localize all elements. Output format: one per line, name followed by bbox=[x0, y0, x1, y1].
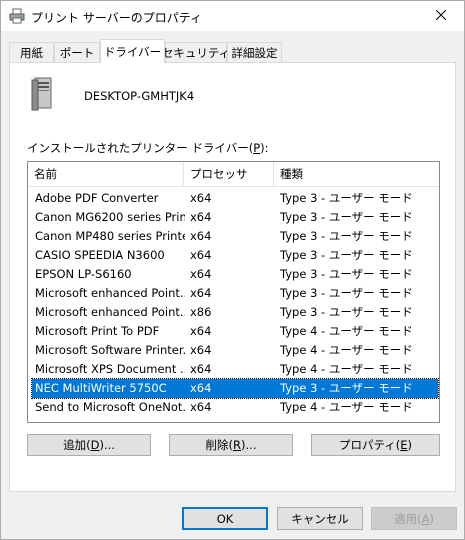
driver-name: Adobe PDF Converter bbox=[35, 191, 159, 205]
driver-type: Type 4 - ユーザー モード bbox=[280, 343, 413, 357]
tab-ports[interactable]: ポート bbox=[54, 42, 100, 62]
driver-type: Type 3 - ユーザー モード bbox=[280, 381, 413, 395]
table-row[interactable]: Microsoft enhanced Point... x64 Type 3 -… bbox=[32, 284, 438, 303]
drivers-list-label: インストールされたプリンター ドライバー(P): bbox=[27, 141, 269, 155]
tab-advanced[interactable]: 詳細設定 bbox=[227, 42, 282, 62]
driver-name: CASIO SPEEDIA N3600 bbox=[35, 248, 165, 262]
print-server-properties-window: プリント サーバーのプロパティ 用紙 ポート ドライバー セキュリティ 詳細設定… bbox=[0, 0, 465, 540]
close-button[interactable] bbox=[418, 1, 464, 31]
driver-type: Type 3 - ユーザー モード bbox=[280, 305, 413, 319]
driver-type: Type 3 - ユーザー モード bbox=[280, 191, 413, 205]
driver-name: EPSON LP-S6160 bbox=[35, 267, 132, 281]
tab-strip: 用紙 ポート ドライバー セキュリティ 詳細設定 bbox=[9, 39, 459, 63]
driver-processor: x64 bbox=[190, 191, 212, 205]
driver-processor: x64 bbox=[190, 286, 212, 300]
driver-processor: x86 bbox=[190, 305, 212, 319]
drivers-panel: DESKTOP-GMHTJK4 インストールされたプリンター ドライバー(P):… bbox=[9, 62, 456, 492]
close-icon bbox=[435, 9, 447, 23]
driver-type: Type 3 - ユーザー モード bbox=[280, 210, 413, 224]
driver-processor: x64 bbox=[190, 324, 212, 338]
driver-name: Canon MP480 series Printer bbox=[35, 229, 185, 243]
driver-type: Type 3 - ユーザー モード bbox=[280, 267, 413, 281]
column-header-name[interactable]: 名前 bbox=[28, 162, 184, 186]
add-driver-button[interactable]: 追加(D)... bbox=[27, 434, 151, 456]
table-row[interactable]: Microsoft enhanced Point... x86 Type 3 -… bbox=[32, 303, 438, 322]
driver-name: Microsoft enhanced Point... bbox=[35, 286, 185, 300]
driver-name: Microsoft enhanced Point... bbox=[35, 305, 185, 319]
table-row[interactable]: Adobe PDF Converter x64 Type 3 - ユーザー モー… bbox=[32, 189, 438, 208]
server-name: DESKTOP-GMHTJK4 bbox=[84, 89, 195, 103]
table-row[interactable]: Canon MG6200 series Prin... x64 Type 3 -… bbox=[32, 208, 438, 227]
driver-type: Type 3 - ユーザー モード bbox=[280, 248, 413, 262]
cancel-button[interactable]: キャンセル bbox=[277, 507, 363, 530]
tab-paper[interactable]: 用紙 bbox=[9, 42, 54, 62]
table-row[interactable]: Canon MP480 series Printer x64 Type 3 - … bbox=[32, 227, 438, 246]
driver-name: Microsoft Software Printer... bbox=[35, 343, 185, 357]
driver-processor: x64 bbox=[190, 210, 212, 224]
driver-name: Send to Microsoft OneNot... bbox=[35, 400, 185, 414]
driver-processor: x64 bbox=[190, 248, 212, 262]
table-row-selected[interactable]: NEC MultiWriter 5750C x64 Type 3 - ユーザー … bbox=[31, 378, 439, 399]
title-bar: プリント サーバーのプロパティ bbox=[1, 1, 464, 31]
driver-type: Type 4 - ユーザー モード bbox=[280, 362, 413, 376]
driver-type: Type 4 - ユーザー モード bbox=[280, 324, 413, 338]
driver-name: Canon MG6200 series Prin... bbox=[35, 210, 185, 224]
driver-processor: x64 bbox=[190, 400, 212, 414]
driver-name: NEC MultiWriter 5750C bbox=[35, 381, 167, 395]
driver-name: Microsoft Print To PDF bbox=[35, 324, 160, 338]
driver-processor: x64 bbox=[190, 362, 212, 376]
driver-type: Type 3 - ユーザー モード bbox=[280, 229, 413, 243]
driver-type: Type 3 - ユーザー モード bbox=[280, 286, 413, 300]
driver-name: Microsoft XPS Document ... bbox=[35, 362, 185, 376]
table-row[interactable]: EPSON LP-S6160 x64 Type 3 - ユーザー モード bbox=[32, 265, 438, 284]
table-row[interactable]: Microsoft XPS Document ... x64 Type 4 - … bbox=[32, 360, 438, 379]
tab-drivers[interactable]: ドライバー bbox=[100, 39, 165, 63]
tab-security[interactable]: セキュリティ bbox=[162, 42, 230, 62]
table-row[interactable]: Microsoft Software Printer... x64 Type 4… bbox=[32, 341, 438, 360]
driver-processor: x64 bbox=[190, 343, 212, 357]
column-header-type[interactable]: 種類 bbox=[274, 162, 439, 186]
driver-processor: x64 bbox=[190, 229, 212, 243]
table-row[interactable]: Send to Microsoft OneNot... x64 Type 4 -… bbox=[32, 398, 438, 417]
window-title: プリント サーバーのプロパティ bbox=[31, 11, 202, 25]
column-header-processor[interactable]: プロセッサ bbox=[184, 162, 274, 186]
remove-driver-button[interactable]: 削除(R)... bbox=[169, 434, 293, 456]
driver-type: Type 4 - ユーザー モード bbox=[280, 400, 413, 414]
driver-properties-button[interactable]: プロパティ(E) bbox=[311, 434, 440, 456]
table-row[interactable]: CASIO SPEEDIA N3600 x64 Type 3 - ユーザー モー… bbox=[32, 246, 438, 265]
drivers-list[interactable]: 名前 プロセッサ 種類 Adobe PDF Converter x64 Type… bbox=[27, 161, 440, 423]
ok-button[interactable]: OK bbox=[182, 507, 268, 530]
list-header: 名前 プロセッサ 種類 bbox=[28, 162, 439, 187]
table-row[interactable]: Microsoft Print To PDF x64 Type 4 - ユーザー… bbox=[32, 322, 438, 341]
computer-tower-icon bbox=[31, 77, 53, 111]
apply-button[interactable]: 適用(A) bbox=[371, 507, 457, 530]
driver-processor: x64 bbox=[190, 267, 212, 281]
driver-processor: x64 bbox=[190, 381, 212, 395]
printer-icon bbox=[9, 8, 25, 24]
